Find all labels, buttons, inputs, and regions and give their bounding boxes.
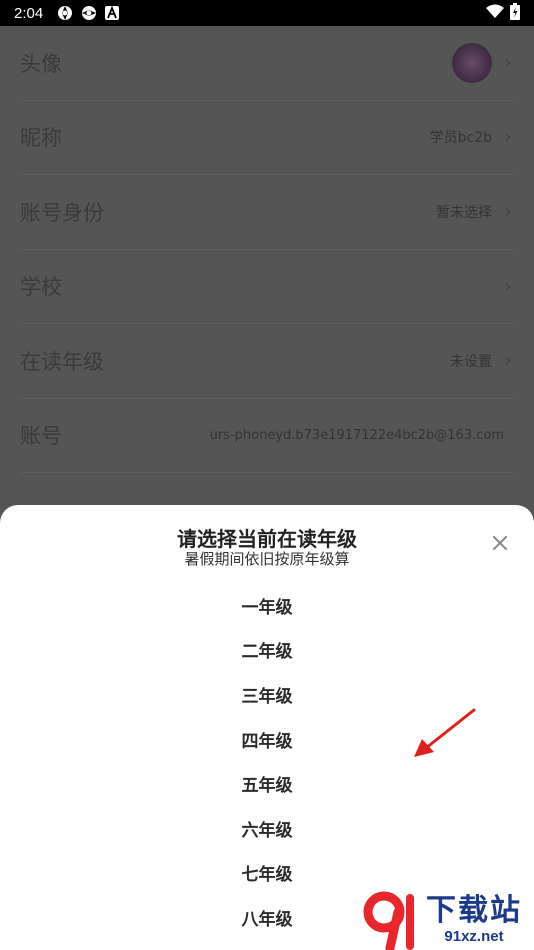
avatar-row[interactable]: 头像 › bbox=[20, 26, 514, 101]
chevron-right-icon: › bbox=[504, 275, 512, 297]
row-value: 未设置 bbox=[450, 353, 492, 370]
status-bar: 2:04 bbox=[0, 0, 534, 26]
identity-row[interactable]: 账号身份 暂未选择 › bbox=[20, 175, 514, 250]
grade-list: 一年级 二年级 三年级 四年级 五年级 六年级 七年级 八年级 bbox=[0, 583, 534, 940]
aperture-icon bbox=[57, 5, 73, 21]
grade-option[interactable]: 六年级 bbox=[0, 806, 534, 851]
row-label: 账号 bbox=[20, 424, 62, 449]
row-value: 暂未选择 bbox=[436, 204, 492, 221]
profile-settings-list: 头像 › 昵称 学员bc2b › 账号身份 暂未选择 › 学校 › 在读年级 未… bbox=[0, 26, 534, 473]
grade-option[interactable]: 七年级 bbox=[0, 851, 534, 896]
grade-option[interactable]: 五年级 bbox=[0, 761, 534, 806]
row-label: 学校 bbox=[20, 275, 62, 300]
row-label: 账号身份 bbox=[20, 200, 104, 225]
chevron-right-icon: › bbox=[504, 201, 512, 223]
watermark-small-text: 91xz.net bbox=[444, 928, 504, 945]
status-time: 2:04 bbox=[14, 4, 44, 22]
chevron-right-icon: › bbox=[504, 52, 512, 74]
account-row: 账号 urs-phoneyd.b73e1917122e4bc2b@163.com bbox=[20, 399, 514, 473]
chevron-right-icon: › bbox=[504, 126, 512, 148]
watermark-logo-icon bbox=[362, 890, 424, 950]
row-label: 头像 bbox=[20, 51, 62, 76]
status-right bbox=[486, 2, 520, 24]
watermark-text: 下载站 91xz.net bbox=[426, 894, 522, 946]
grade-option[interactable]: 二年级 bbox=[0, 628, 534, 673]
sheet-subtitle: 暑假期间依旧按原年级算 bbox=[184, 550, 350, 568]
close-button[interactable] bbox=[490, 533, 510, 553]
battery-icon bbox=[510, 2, 520, 24]
school-row[interactable]: 学校 › bbox=[20, 250, 514, 324]
watermark-big-text: 下载站 bbox=[426, 893, 522, 928]
aperture-icon bbox=[81, 5, 97, 21]
close-icon bbox=[493, 536, 507, 550]
row-value: 学员bc2b bbox=[429, 130, 492, 147]
wifi-icon bbox=[486, 4, 504, 22]
row-label: 昵称 bbox=[20, 126, 62, 151]
grade-row[interactable]: 在读年级 未设置 › bbox=[20, 324, 514, 399]
nickname-row[interactable]: 昵称 学员bc2b › bbox=[20, 101, 514, 175]
a-letter-icon bbox=[105, 6, 120, 20]
chevron-right-icon: › bbox=[504, 350, 512, 372]
watermark: 下载站 91xz.net bbox=[362, 890, 532, 950]
grade-option[interactable]: 一年级 bbox=[0, 583, 534, 628]
row-value: urs-phoneyd.b73e1917122e4bc2b@163.com bbox=[209, 427, 504, 443]
annotation-arrow-icon bbox=[414, 708, 476, 757]
row-label: 在读年级 bbox=[20, 349, 104, 374]
avatar bbox=[452, 42, 492, 83]
